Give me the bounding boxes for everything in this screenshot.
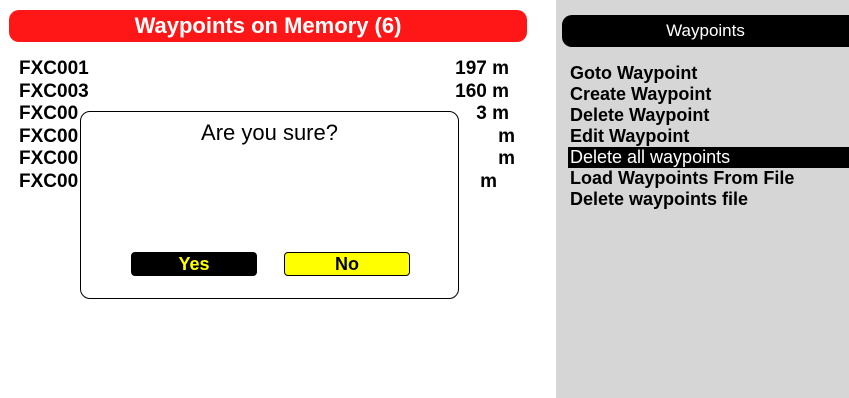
waypoint-distance: 3 m xyxy=(476,103,509,124)
menu-item-load-waypoints-from-file[interactable]: Load Waypoints From File xyxy=(568,168,849,189)
yes-button[interactable]: Yes xyxy=(131,252,257,276)
waypoints-menu-panel: Waypoints Goto Waypoint Create Waypoint … xyxy=(556,0,849,398)
waypoints-menu-title: Waypoints xyxy=(562,15,849,47)
waypoint-name: FXC00 xyxy=(19,148,79,169)
waypoint-distance: 197 m xyxy=(455,58,509,79)
waypoint-row[interactable]: FXC001 197 m xyxy=(19,58,519,81)
waypoint-name: FXC00 xyxy=(19,170,79,192)
menu-item-delete-all-waypoints[interactable]: Delete all waypoints xyxy=(568,147,849,168)
waypoint-distance: 160 m xyxy=(455,80,509,102)
waypoint-name: FXC00 xyxy=(19,103,79,124)
waypoints-menu: Goto Waypoint Create Waypoint Delete Way… xyxy=(568,63,849,210)
menu-item-delete-waypoints-file[interactable]: Delete waypoints file xyxy=(568,189,849,210)
waypoint-name: FXC001 xyxy=(19,58,89,79)
menu-item-create-waypoint[interactable]: Create Waypoint xyxy=(568,84,849,105)
waypoint-name: FXC00 xyxy=(19,125,79,147)
waypoint-distance: m xyxy=(480,170,497,192)
menu-item-delete-waypoint[interactable]: Delete Waypoint xyxy=(568,105,849,126)
confirm-dialog: Are you sure? Yes No xyxy=(80,111,459,299)
waypoint-distance: m xyxy=(498,148,515,169)
menu-item-edit-waypoint[interactable]: Edit Waypoint xyxy=(568,126,849,147)
no-button[interactable]: No xyxy=(284,252,410,276)
waypoint-row[interactable]: FXC003 160 m xyxy=(19,81,519,104)
waypoints-memory-title: Waypoints on Memory (6) xyxy=(9,10,527,42)
menu-item-goto-waypoint[interactable]: Goto Waypoint xyxy=(568,63,849,84)
confirm-message: Are you sure? xyxy=(201,120,338,145)
waypoints-memory-panel: Waypoints on Memory (6) FXC001 197 m FXC… xyxy=(0,0,536,398)
waypoint-name: FXC003 xyxy=(19,80,89,102)
waypoint-distance: m xyxy=(498,125,515,147)
